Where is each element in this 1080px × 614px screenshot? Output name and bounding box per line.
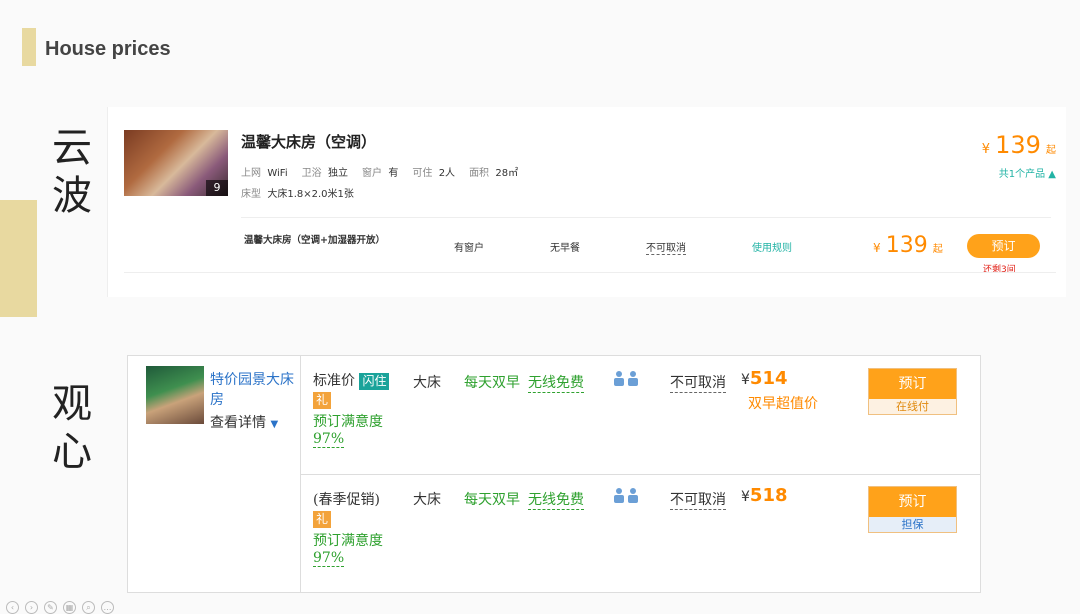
book-button[interactable]: 预订 bbox=[967, 234, 1040, 258]
satisfaction-label: 预订满意度 bbox=[313, 533, 383, 549]
guarantee-label: 担保 bbox=[869, 517, 956, 532]
more-icon[interactable]: … bbox=[101, 601, 114, 614]
cancel-policy-2[interactable]: 不可取消 bbox=[670, 489, 726, 510]
next-slide-icon[interactable]: › bbox=[25, 601, 38, 614]
bed-type-2: 大床 bbox=[413, 492, 441, 508]
view-details-link[interactable]: 查看详情 ▼ bbox=[210, 412, 278, 432]
book-button-2[interactable]: 预订 bbox=[869, 487, 956, 517]
calligraphy-char: 观 bbox=[52, 381, 92, 427]
breakfast-1: 每天双早 bbox=[464, 375, 520, 391]
offer-rules-link[interactable]: 使用规则 bbox=[752, 239, 792, 254]
offer-price: ¥ 139 起 bbox=[873, 233, 943, 258]
room-card-2: 特价园景大床房 查看详情 ▼ 标准价 闪住 礼 预订满意度 97% 大床 每天双… bbox=[127, 355, 981, 593]
side-accent-block bbox=[0, 200, 37, 317]
price-1: ¥514 bbox=[741, 368, 788, 389]
book-group-2: 预订 担保 bbox=[868, 486, 957, 533]
satisfaction-value: 97% bbox=[313, 550, 345, 567]
room-thumbnail[interactable]: 9 bbox=[124, 130, 228, 196]
spec-internet: 上网 WiFi bbox=[241, 168, 288, 179]
calligraphy-guanxin: 观 心 bbox=[52, 380, 92, 476]
flash-stay-badge: 闪住 bbox=[359, 373, 390, 390]
room2-name[interactable]: 特价园景大床房 bbox=[210, 370, 300, 410]
rate-row-1: 标准价 闪住 礼 预订满意度 97% bbox=[313, 370, 393, 448]
price-2: ¥518 bbox=[741, 485, 788, 506]
card1-divider-bottom bbox=[124, 272, 1056, 273]
cancel-policy-1[interactable]: 不可取消 bbox=[670, 372, 726, 393]
room-name[interactable]: 温馨大床房（空调） bbox=[241, 131, 376, 152]
card1-divider-top bbox=[241, 217, 1051, 218]
spec-area: 面积 28㎡ bbox=[469, 168, 519, 179]
rate-name: (春季促销) bbox=[313, 492, 380, 508]
room2-thumbnail[interactable] bbox=[146, 366, 204, 424]
guests-icon bbox=[612, 487, 642, 503]
rooms-remaining: 还剩3间 bbox=[983, 265, 1016, 275]
photo-count-badge: 9 bbox=[206, 180, 228, 196]
prev-slide-icon[interactable]: ‹ bbox=[6, 601, 19, 614]
products-toggle[interactable]: 共1个产品 ▲ bbox=[999, 165, 1056, 180]
satisfaction-value: 97% bbox=[313, 431, 345, 448]
grid-icon[interactable]: ▦ bbox=[63, 601, 76, 614]
bed-type-1: 大床 bbox=[413, 375, 441, 391]
spec-window: 窗户 有 bbox=[361, 168, 399, 179]
zoom-icon[interactable]: ⌕ bbox=[82, 601, 95, 614]
title-accent-bar bbox=[22, 28, 36, 66]
offer-window: 有窗户 bbox=[454, 243, 484, 254]
gift-badge: 礼 bbox=[313, 392, 332, 409]
pen-icon[interactable]: ✎ bbox=[44, 601, 57, 614]
row-divider bbox=[300, 474, 980, 475]
room-price: ¥ 139 起 bbox=[981, 131, 1056, 159]
gift-badge-row: 礼 bbox=[313, 392, 393, 409]
slide-nav-controls: ‹ › ✎ ▦ ⌕ … bbox=[6, 601, 114, 614]
book-button-1[interactable]: 预订 bbox=[869, 369, 956, 399]
price-note-1: 双早超值价 bbox=[748, 396, 818, 412]
breakfast-2: 每天双早 bbox=[464, 492, 520, 508]
calligraphy-char: 波 bbox=[52, 173, 92, 219]
calligraphy-char: 心 bbox=[52, 429, 92, 475]
gift-badge-row: 礼 bbox=[313, 511, 393, 528]
rate-row-2: (春季促销) 礼 预订满意度 97% bbox=[313, 489, 393, 567]
wifi-1: 无线免费 bbox=[528, 372, 584, 393]
spec-bath: 卫浴 独立 bbox=[301, 168, 348, 179]
offer-name: 温馨大床房（空调+加湿器开放） bbox=[244, 235, 385, 246]
spec-occupancy: 可住 2人 bbox=[412, 168, 456, 179]
online-pay-label: 在线付 bbox=[869, 399, 956, 414]
room-card-1: 9 温馨大床房（空调） 上网 WiFi 卫浴 独立 窗户 有 可住 2人 面积 … bbox=[107, 107, 1066, 297]
room-specs: 上网 WiFi 卫浴 独立 窗户 有 可住 2人 面积 28㎡ bbox=[241, 164, 518, 179]
caret-up-icon: ▲ bbox=[1048, 169, 1056, 180]
offer-breakfast: 无早餐 bbox=[550, 243, 580, 254]
book-group-1: 预订 在线付 bbox=[868, 368, 957, 415]
slide-title: House prices bbox=[45, 38, 171, 60]
rate-name: 标准价 bbox=[313, 373, 355, 389]
offer-cancel-policy[interactable]: 不可取消 bbox=[646, 239, 686, 255]
bed-type: 床型 大床1.8×2.0米1张 bbox=[241, 189, 354, 200]
wifi-2: 无线免费 bbox=[528, 489, 584, 510]
gift-badge: 礼 bbox=[313, 511, 332, 528]
satisfaction-label: 预订满意度 bbox=[313, 414, 383, 430]
guests-icon bbox=[612, 370, 642, 386]
calligraphy-char: 云 bbox=[52, 125, 92, 171]
caret-down-icon: ▼ bbox=[270, 419, 279, 430]
calligraphy-yunbo: 云 波 bbox=[52, 124, 92, 220]
